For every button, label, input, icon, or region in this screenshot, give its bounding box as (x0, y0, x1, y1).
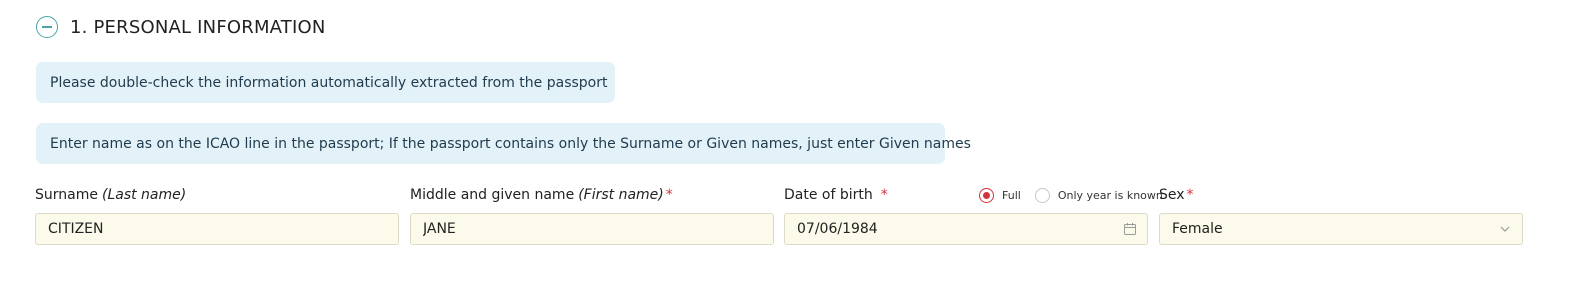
radio-year-only[interactable] (1034, 187, 1050, 203)
calendar-icon[interactable] (1123, 222, 1137, 236)
dob-input[interactable] (797, 221, 1135, 237)
sex-field-group: Sex * Female (1159, 185, 1523, 245)
info-notice-double-check: Please double-check the information auto… (36, 62, 615, 103)
surname-input[interactable] (48, 221, 386, 237)
required-mark: * (880, 187, 888, 203)
dob-input-box[interactable] (784, 213, 1148, 245)
sex-select-value: Female (1172, 221, 1223, 237)
notice-text: Please double-check the information auto… (50, 74, 608, 91)
given-name-label: Middle and given name (First name) * (410, 185, 774, 205)
given-name-label-hint: (First name) (578, 187, 664, 203)
given-name-field-group: Middle and given name (First name) * (410, 185, 774, 245)
required-mark: * (1186, 187, 1194, 203)
surname-field-group: Surname (Last name) (35, 185, 399, 245)
surname-label: Surname (Last name) (35, 185, 399, 205)
radio-full-label: Full (1002, 188, 1021, 202)
sex-select[interactable]: Female (1159, 213, 1523, 245)
minus-circle-icon[interactable] (36, 16, 58, 38)
notice-text: Enter name as on the ICAO line in the pa… (50, 135, 971, 152)
dob-precision-options: Full Only year is known (979, 185, 1177, 205)
given-name-input[interactable] (423, 221, 761, 237)
radio-year-only-label: Only year is known (1057, 188, 1163, 202)
sex-label: Sex * (1159, 185, 1523, 205)
section-title: 1. PERSONAL INFORMATION (70, 16, 326, 38)
sex-label-text: Sex (1159, 187, 1185, 203)
given-name-label-text: Middle and given name (410, 187, 575, 203)
surname-label-text: Surname (35, 187, 98, 203)
required-mark: * (665, 187, 673, 203)
chevron-down-icon[interactable] (1498, 222, 1512, 236)
given-name-input-box[interactable] (410, 213, 774, 245)
surname-label-hint: (Last name) (101, 187, 187, 203)
section-header: 1. PERSONAL INFORMATION (36, 14, 326, 40)
radio-full[interactable] (979, 187, 994, 203)
info-notice-icao: Enter name as on the ICAO line in the pa… (36, 123, 971, 164)
dob-label-text: Date of birth (784, 187, 873, 203)
surname-input-box[interactable] (35, 213, 399, 245)
